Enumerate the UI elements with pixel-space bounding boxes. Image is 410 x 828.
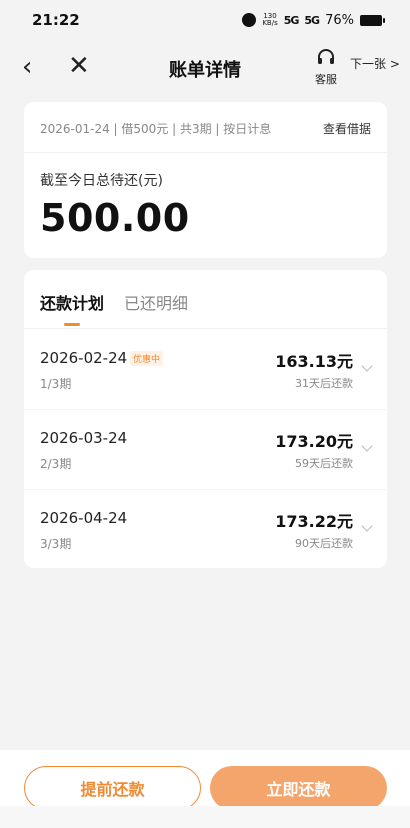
repayment-plan-card: 还款计划 已还明细 2026-02-24 优惠中 1/3期 163.13元 31…	[24, 270, 387, 568]
nav-bar: ‹ ✕ 账单详情 客服 下一张 >	[0, 40, 410, 98]
net-speed-unit: KB/s	[262, 19, 278, 27]
chevron-down-icon[interactable]	[361, 440, 373, 452]
installment-amount: 173.20元	[275, 432, 353, 451]
installment-due: 31天后还款	[295, 377, 353, 390]
loan-info: 2026-01-24 | 借500元 | 共3期 | 按日计息	[40, 122, 272, 136]
installment-date: 2026-02-24	[40, 349, 128, 367]
installment-row-1[interactable]: 2026-02-24 优惠中 1/3期 163.13元 31天后还款	[24, 330, 387, 410]
status-indicators: 130 KB/s 5G 5G 76%	[242, 12, 385, 28]
next-bill-link[interactable]: 下一张 >	[350, 55, 400, 72]
signal-icon-1: 5G	[283, 13, 300, 27]
installment-due: 90天后还款	[295, 537, 353, 550]
bill-summary-card: 2026-01-24 | 借500元 | 共3期 | 按日计息 查看借据 截至今…	[24, 102, 387, 258]
customer-service-label: 客服	[315, 73, 337, 86]
back-button[interactable]: ‹	[22, 54, 46, 80]
signal-icon-2: 5G	[304, 13, 320, 27]
installment-date: 2026-03-24	[40, 429, 128, 447]
tab-bar: 还款计划 已还明细	[40, 290, 188, 326]
installment-row-3[interactable]: 2026-04-24 3/3期 173.22元 90天后还款	[24, 490, 387, 570]
home-indicator-area	[0, 806, 410, 828]
status-bar: 21:22 130 KB/s 5G 5G 76%	[0, 0, 410, 40]
battery-icon	[360, 14, 385, 26]
tab-repaid-details[interactable]: 已还明细	[124, 290, 188, 326]
headset-icon	[318, 49, 334, 64]
installment-amount: 173.22元	[275, 512, 353, 531]
installment-row-2[interactable]: 2026-03-24 2/3期 173.20元 59天后还款	[24, 410, 387, 490]
chevron-down-icon[interactable]	[361, 520, 373, 532]
installment-period: 2/3期	[40, 457, 72, 471]
alarm-icon	[242, 13, 257, 27]
total-due-label: 截至今日总待还(元)	[40, 173, 163, 189]
page-title: 账单详情	[169, 60, 241, 81]
discount-badge: 优惠中	[130, 351, 164, 366]
installment-period: 3/3期	[40, 537, 72, 551]
installment-date: 2026-04-24	[40, 509, 128, 527]
installment-period: 1/3期	[40, 377, 72, 391]
status-time: 21:22	[32, 11, 80, 29]
customer-service-button[interactable]: 客服	[310, 48, 342, 92]
installment-list: 2026-02-24 优惠中 1/3期 163.13元 31天后还款 2026-…	[24, 330, 387, 570]
divider	[24, 328, 387, 329]
prepay-button[interactable]: 提前还款	[24, 766, 201, 810]
loan-info-row: 2026-01-24 | 借500元 | 共3期 | 按日计息 查看借据	[40, 120, 371, 137]
net-speed: 130 KB/s	[262, 13, 277, 27]
chevron-down-icon[interactable]	[361, 360, 373, 372]
view-loan-link[interactable]: 查看借据	[323, 120, 371, 137]
tab-repayment-plan[interactable]: 还款计划	[40, 290, 104, 326]
installment-amount: 163.13元	[275, 352, 353, 371]
pay-now-button[interactable]: 立即还款	[210, 766, 387, 810]
battery-level: 76%	[325, 12, 354, 28]
divider	[24, 152, 387, 153]
total-due-amount: 500.00	[40, 196, 190, 240]
installment-due: 59天后还款	[295, 457, 353, 470]
close-button[interactable]: ✕	[68, 52, 94, 80]
